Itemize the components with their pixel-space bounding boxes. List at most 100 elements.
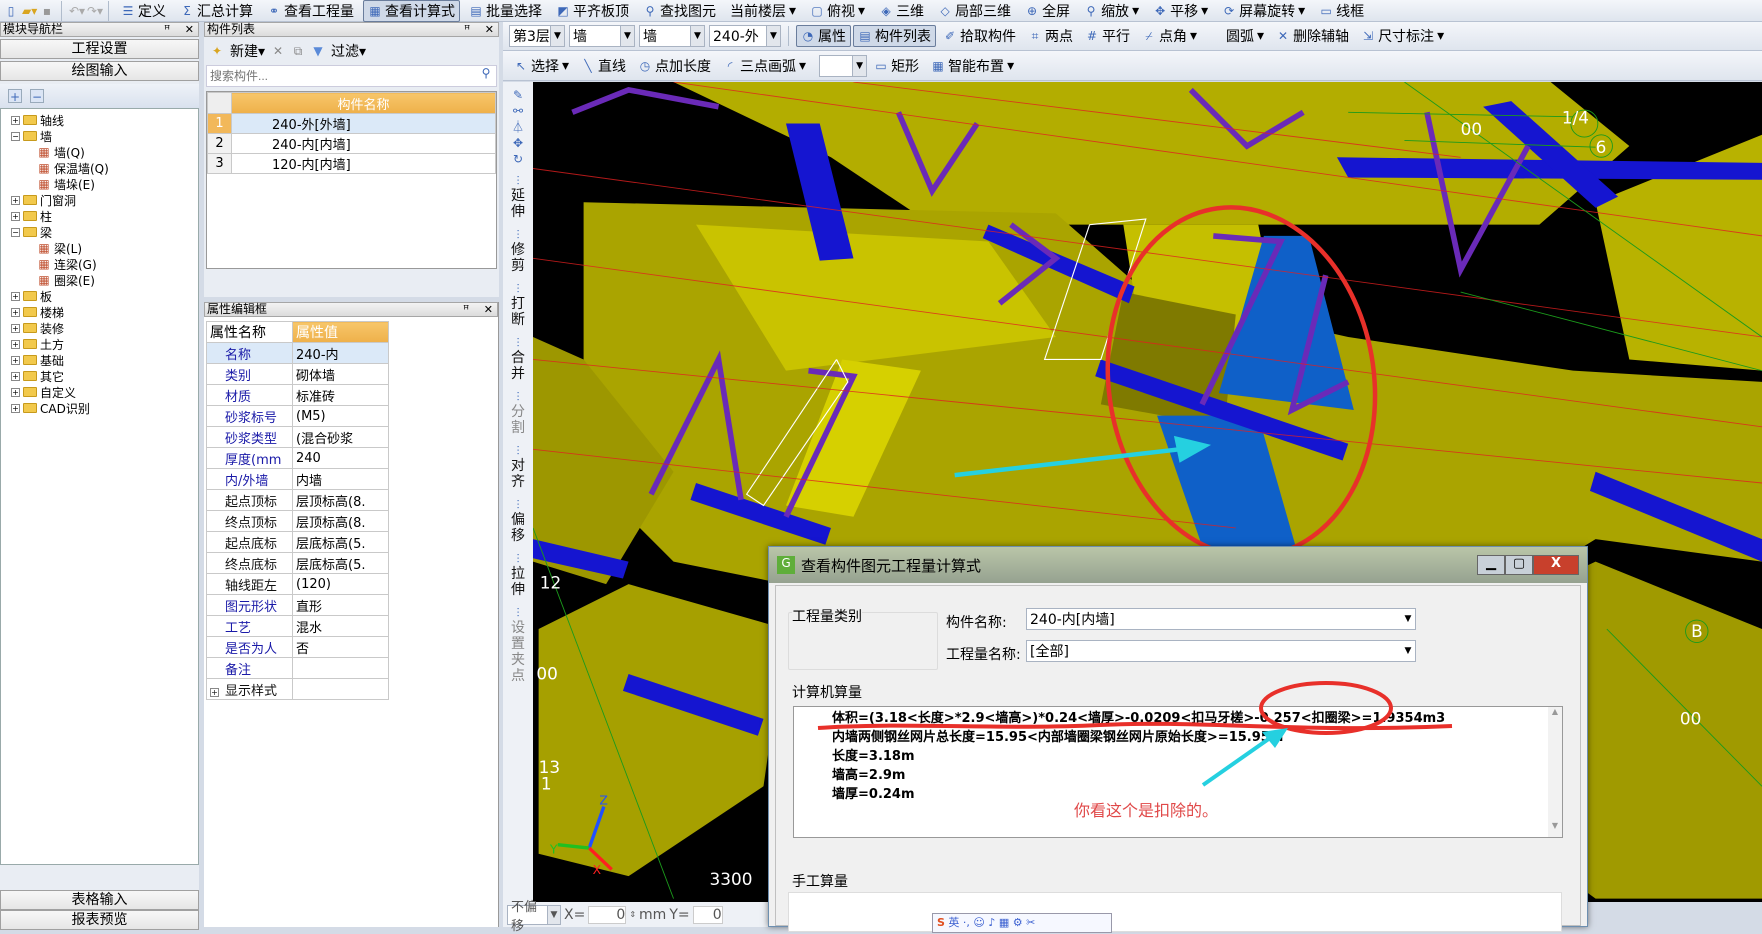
toolbar-button[interactable]: ▦ 查看计算式: [363, 0, 460, 22]
edit-tool-button[interactable]: ⫶ 分割: [506, 390, 530, 436]
toolbar-button[interactable]: ◩ 平齐板顶: [551, 0, 634, 22]
property-value[interactable]: 层顶标高(8.: [292, 510, 389, 532]
property-row[interactable]: 终点底标 层底标高(5.: [206, 552, 389, 574]
mirror-icon[interactable]: ⏃: [511, 120, 525, 134]
pin-icon[interactable]: ꟸ: [164, 23, 170, 36]
tool-button[interactable]: ╲ 直线: [576, 55, 631, 77]
new-file-icon[interactable]: ▯: [4, 4, 18, 18]
save-icon[interactable]: ▪: [40, 4, 54, 18]
tree-item[interactable]: + 装修: [11, 320, 198, 336]
property-row[interactable]: 终点顶标 层顶标高(8.: [206, 510, 389, 532]
property-row[interactable]: 起点底标 层底标高(5.: [206, 531, 389, 553]
tree-item[interactable]: + 柱: [11, 208, 198, 224]
property-row[interactable]: 图元形状 直形: [206, 594, 389, 616]
delete-icon[interactable]: ✕: [271, 44, 285, 58]
property-value[interactable]: 砌体墙: [292, 363, 389, 385]
quantity-name-select[interactable]: [全部] ▼: [1026, 640, 1416, 662]
expand-icon[interactable]: +: [11, 371, 20, 381]
tool-button[interactable]: ✐ 拾取构件: [938, 25, 1021, 47]
edit-tool-button[interactable]: ⫶ 打断: [506, 282, 530, 328]
toolbar-button[interactable]: 当前楼层 ▾: [725, 0, 801, 22]
property-row[interactable]: 名称 240-内: [206, 342, 389, 364]
property-value[interactable]: 混水: [292, 615, 389, 637]
tree-item[interactable]: + 楼梯: [11, 304, 198, 320]
toolbar-button[interactable]: ▭ 线框: [1314, 0, 1369, 22]
type-select[interactable]: 墙 ▼: [639, 25, 705, 47]
property-row[interactable]: + 显示样式: [206, 678, 389, 700]
expand-icon[interactable]: +: [11, 307, 20, 317]
component-select[interactable]: 240-外 ▼: [709, 25, 781, 47]
open-folder-icon[interactable]: ▰▾: [22, 4, 37, 18]
copy-icon[interactable]: ⧉: [291, 44, 305, 58]
component-row[interactable]: 2 240-内[内墙]: [207, 133, 496, 154]
tool-button[interactable]: ▤ 构件列表: [853, 25, 936, 47]
toolbar-button[interactable]: ⊕ 全屏: [1020, 0, 1075, 22]
toolbar-button[interactable]: ⚭ 查看工程量: [262, 0, 359, 22]
tool-button[interactable]: ✕ 删除辅轴: [1271, 25, 1354, 47]
property-value[interactable]: 240: [292, 447, 389, 469]
property-value[interactable]: 否: [292, 636, 389, 658]
expand-icon[interactable]: +: [11, 387, 20, 397]
tree-item[interactable]: ▦ 保温墙(Q): [11, 160, 198, 176]
property-row[interactable]: 备注: [206, 657, 389, 679]
toolbar-button[interactable]: ✥ 平移 ▾: [1148, 0, 1213, 22]
tool-button[interactable]: ▭ 矩形: [869, 55, 924, 77]
tool-button[interactable]: ⌗ 两点: [1023, 25, 1078, 47]
toolbar-button[interactable]: ◈ 三维: [874, 0, 929, 22]
tree-item[interactable]: − 梁: [11, 224, 198, 240]
brush-icon[interactable]: ✎: [511, 88, 525, 102]
component-row[interactable]: 1 240-外[外墙]: [207, 113, 496, 134]
edit-tool-button[interactable]: ⫶ 修剪: [506, 228, 530, 274]
offset-mode-select[interactable]: 不偏移 ▼: [507, 900, 561, 934]
property-row[interactable]: 材质 标准砖: [206, 384, 389, 406]
arc-mode-select[interactable]: ▼: [819, 54, 868, 77]
expand-icon[interactable]: +: [210, 687, 219, 697]
edit-tool-button[interactable]: ⫶ 合并: [506, 336, 530, 382]
edit-tool-button[interactable]: ⫶ 偏移: [506, 498, 530, 544]
report-preview-button[interactable]: 报表预览: [0, 910, 199, 930]
toolbar-button[interactable]: Σ 汇总计算: [175, 0, 258, 22]
scrollbar[interactable]: ▲ ▼: [1548, 707, 1562, 837]
edit-tool-button[interactable]: ⫶ 设置夹点: [506, 606, 530, 684]
table-input-button[interactable]: 表格输入: [0, 890, 199, 910]
expand-icon[interactable]: +: [11, 355, 20, 365]
toolbar-button[interactable]: ▤ 批量选择: [464, 0, 547, 22]
project-settings-button[interactable]: 工程设置: [0, 39, 199, 59]
property-row[interactable]: 工艺 混水: [206, 615, 389, 637]
redo-icon[interactable]: ↷▾: [87, 4, 103, 18]
property-value[interactable]: 内墙: [292, 468, 389, 490]
edit-tool-button[interactable]: ⫶ 拉伸: [506, 552, 530, 598]
manual-quantity-box[interactable]: S 英 ·, ☺ ♪ ▦ ⚙ ✂: [788, 892, 1562, 933]
new-button[interactable]: 新建▾: [230, 41, 265, 61]
close-button[interactable]: X: [1533, 555, 1579, 575]
tree-item[interactable]: ▦ 梁(L): [11, 240, 198, 256]
close-icon[interactable]: ✕: [484, 303, 493, 316]
tree-item[interactable]: + 自定义: [11, 384, 198, 400]
toolbar-button[interactable]: ⚲ 查找图元: [638, 0, 721, 22]
toolbar-button[interactable]: ⚲ 缩放 ▾: [1079, 0, 1144, 22]
collapse-icon[interactable]: −: [11, 131, 20, 141]
tree-item[interactable]: + CAD识别: [11, 400, 198, 416]
toolbar-button[interactable]: ◇ 局部三维: [933, 0, 1016, 22]
spinner-icon[interactable]: ⇕: [629, 910, 636, 919]
x-input[interactable]: 0: [588, 905, 627, 924]
tree-item[interactable]: + 板: [11, 288, 198, 304]
property-row[interactable]: 起点顶标 层顶标高(8.: [206, 489, 389, 511]
category-select[interactable]: 墙 ▼: [569, 25, 635, 47]
collapse-icon[interactable]: −: [11, 227, 20, 237]
property-value[interactable]: [292, 678, 389, 700]
property-row[interactable]: 厚度(mm 240: [206, 447, 389, 469]
tool-button[interactable]: ⇲ 尺寸标注 ▾: [1356, 25, 1449, 47]
expand-icon[interactable]: +: [11, 323, 20, 333]
toolbar-button[interactable]: ▢ 俯视 ▾: [805, 0, 870, 22]
component-search-input[interactable]: [207, 66, 476, 86]
tool-button[interactable]: ⌿ 点角 ▾: [1137, 25, 1202, 47]
property-value[interactable]: (M5): [292, 405, 389, 427]
pin-icon[interactable]: ꟸ: [464, 23, 470, 36]
property-value[interactable]: 直形: [292, 594, 389, 616]
component-name-select[interactable]: 240-内[内墙] ▼: [1026, 608, 1416, 630]
tree-item[interactable]: − 墙: [11, 128, 198, 144]
edit-tool-button[interactable]: ⫶ 延伸: [506, 174, 530, 220]
toolbar-button[interactable]: ☰ 定义: [116, 0, 171, 22]
tree-item[interactable]: + 土方: [11, 336, 198, 352]
